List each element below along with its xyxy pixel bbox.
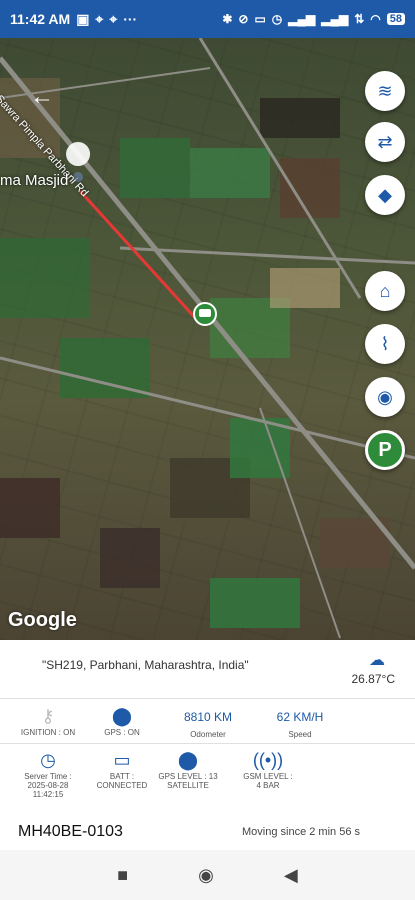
- odometer-value: 8810 KM: [183, 710, 233, 724]
- gsm-level-label: GSM LEVEL : 4 BAR: [243, 772, 293, 790]
- attachment-icon: ⌇: [380, 333, 390, 354]
- ignition-status: ⚷ IGNITION : ON: [8, 704, 88, 738]
- back-icon[interactable]: ◀: [284, 865, 298, 886]
- place-label: ma Masjid: [0, 172, 69, 189]
- server-time-value: 2025-08-28 11:42:15: [27, 781, 69, 799]
- gps-level-stat: ⬤ GPS LEVEL : 13 SATELLITE: [148, 748, 228, 791]
- divider: [0, 743, 415, 744]
- system-nav-bar: ■ ◉ ◀: [0, 850, 415, 900]
- gsm-signal-icon: ((•)): [252, 749, 284, 770]
- divider: [0, 698, 415, 699]
- road: [0, 356, 415, 460]
- bluetooth-icon: ✱: [222, 12, 233, 26]
- mute-icon: ⊘: [238, 12, 249, 26]
- gsm-level-stat: ((•)) GSM LEVEL : 4 BAR: [228, 748, 308, 791]
- back-arrow-icon[interactable]: ←: [30, 83, 54, 111]
- vehicle-number: MH40BE-0103: [18, 823, 123, 840]
- vehicle-info-panel: "SH219, Parbhani, Maharashtra, India" ☁ …: [0, 640, 415, 850]
- speed-stat: 62 KM/H Speed: [260, 710, 340, 739]
- field: [270, 268, 340, 308]
- field: [100, 528, 160, 588]
- status-time: 11:42 AM: [10, 11, 71, 27]
- status-right: ✱ ⊘ ▭ ◷ ▂▄▆ ▂▄▆ ⇅ ◠ 58: [222, 12, 405, 26]
- battery-label: BATT : CONNECTED: [96, 772, 148, 790]
- temperature-text: 26.87°C: [351, 672, 396, 686]
- recent-apps-icon[interactable]: ■: [117, 865, 128, 886]
- home-icon[interactable]: ◉: [198, 865, 214, 886]
- odometer-stat: 8810 KM Odometer: [168, 710, 248, 739]
- layers-icon: ≋: [377, 80, 393, 101]
- directions-icon: ◆: [378, 184, 392, 205]
- field: [0, 238, 90, 318]
- moving-since: Moving since 2 min 56 s: [242, 826, 360, 838]
- gps-label: GPS : ON: [104, 728, 140, 737]
- speed-label: Speed: [288, 730, 312, 739]
- directions-button[interactable]: ◆: [365, 175, 405, 215]
- gps-level-label: GPS LEVEL : 13 SATELLITE: [158, 772, 218, 790]
- odometer-label: Odometer: [190, 730, 226, 739]
- gps-level-icon: ⬤: [177, 749, 199, 770]
- data-icon: ⇅: [354, 12, 365, 26]
- vehicle-marker-car: [199, 309, 211, 317]
- server-time-stat: ◷ Server Time : 2025-08-28 11:42:15: [8, 748, 88, 800]
- my-location-icon: ◉: [377, 386, 393, 407]
- map-canvas: [0, 38, 415, 639]
- field: [280, 158, 340, 218]
- parking-icon: P: [378, 438, 392, 461]
- clock-icon: ◷: [40, 749, 56, 770]
- key-icon: ⚷: [41, 705, 55, 726]
- signal-icon: ▂▄▆: [288, 12, 316, 26]
- field: [60, 338, 150, 398]
- my-location-button[interactable]: ◉: [365, 377, 405, 417]
- gps-status: ⬤ GPS : ON: [82, 704, 162, 738]
- route-line: [78, 189, 200, 323]
- swap-icon: ⇄: [377, 131, 393, 152]
- location-pin-icon: ⬤: [111, 705, 133, 726]
- geofence-icon: ⌂: [379, 280, 391, 301]
- more-icon: ···: [123, 11, 138, 27]
- server-time-label: Server Time :: [24, 772, 72, 781]
- map-view[interactable]: Sawra Pimpla Parbhani Rd ma Masjid ← ≋ ⇄…: [0, 38, 415, 640]
- layers-button[interactable]: ≋: [365, 71, 405, 111]
- battery-indicator: 58: [386, 13, 405, 25]
- wifi-icon: ◠: [370, 12, 381, 26]
- address-text: "SH219, Parbhani, Maharashtra, India": [42, 658, 249, 672]
- battery-saver-icon: ▭: [254, 12, 266, 26]
- field: [120, 138, 190, 198]
- google-attribution: Google: [8, 609, 77, 631]
- signal-icon: ▂▄▆: [321, 12, 349, 26]
- field: [210, 578, 300, 628]
- parking-button[interactable]: P: [365, 430, 405, 470]
- alarm-icon: ◷: [271, 12, 283, 26]
- field: [190, 148, 270, 198]
- status-left: 11:42 AM ▣ ⌖ ⌖ ···: [10, 11, 137, 28]
- geofence-button[interactable]: ⌂: [365, 271, 405, 311]
- location-icon: ⌖: [95, 10, 104, 27]
- swap-button[interactable]: ⇄: [365, 122, 405, 162]
- attachment-button[interactable]: ⌇: [365, 324, 405, 364]
- ignition-label: IGNITION : ON: [20, 728, 76, 737]
- speed-value: 62 KM/H: [276, 710, 324, 724]
- location-icon: ⌖: [109, 10, 118, 27]
- status-bar: 11:42 AM ▣ ⌖ ⌖ ··· ✱ ⊘ ▭ ◷ ▂▄▆ ▂▄▆ ⇅ ◠ 5…: [0, 0, 415, 38]
- start-marker: [66, 142, 91, 166]
- message-icon: ▣: [76, 10, 90, 27]
- field: [0, 478, 60, 538]
- partly-cloudy-icon: ☁: [369, 652, 385, 669]
- field: [260, 98, 340, 138]
